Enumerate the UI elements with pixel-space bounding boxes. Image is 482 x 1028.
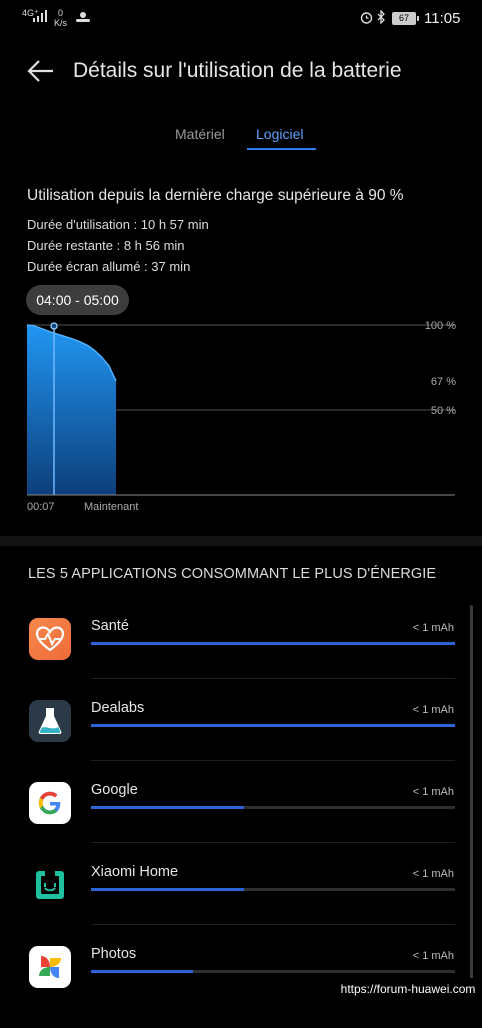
consumption-bar (91, 888, 455, 891)
chart-cursor-dot (51, 323, 57, 329)
back-arrow-icon[interactable] (26, 58, 56, 84)
consumption-bar (91, 970, 455, 973)
x-tick-label-0: 00:07 (27, 501, 55, 513)
app-name: Dealabs (91, 700, 144, 716)
consumption-bar-fill (91, 806, 244, 809)
xiaomi-home-icon (29, 864, 71, 906)
network-speed: 0 K/s (54, 8, 67, 28)
app-name: Santé (91, 618, 129, 634)
tab-materiel[interactable]: Matériel (175, 126, 225, 142)
app-row-dealabs[interactable]: Dealabs < 1 mAh (0, 700, 470, 782)
google-g-icon (29, 782, 71, 824)
battery-level-chart[interactable]: 100 % 67 % 50 % 00:07 Maintenant (0, 310, 482, 525)
app-consumption: < 1 mAh (413, 950, 454, 962)
network-speed-unit: K/s (54, 18, 67, 28)
row-separator (91, 924, 455, 925)
consumption-bar-fill (91, 970, 193, 973)
network-speed-value: 0 (58, 8, 63, 18)
active-tab-indicator (247, 148, 316, 150)
app-row-xiaomi-home[interactable]: Xiaomi Home < 1 mAh (0, 864, 470, 946)
tab-bar: Matériel Logiciel (0, 122, 482, 152)
battery-area (27, 325, 116, 495)
consumption-bar-fill (91, 642, 455, 645)
battery-icon: 67 (392, 12, 416, 25)
section-divider (0, 536, 482, 546)
consumption-bar-fill (91, 888, 244, 891)
tab-logiciel[interactable]: Logiciel (256, 126, 303, 142)
app-name: Photos (91, 946, 136, 962)
consumption-bar-fill (91, 724, 455, 727)
app-row-sante[interactable]: Santé < 1 mAh (0, 618, 470, 700)
usage-duration: Durée d'utilisation : 10 h 57 min (27, 217, 209, 232)
consumption-bar (91, 642, 455, 645)
row-separator (91, 842, 455, 843)
app-consumption: < 1 mAh (413, 868, 454, 880)
screen-on-duration: Durée écran allumé : 37 min (27, 259, 190, 274)
bluetooth-icon (376, 10, 386, 24)
heart-health-icon (29, 618, 71, 660)
row-separator (91, 760, 455, 761)
dealabs-flask-icon (29, 700, 71, 742)
y-tick-label-1: 67 % (431, 376, 456, 388)
alarm-icon (360, 11, 373, 24)
app-consumption: < 1 mAh (413, 786, 454, 798)
status-time: 11:05 (424, 10, 460, 27)
app-name: Google (91, 782, 138, 798)
page-title: Détails sur l'utilisation de la batterie (73, 59, 402, 83)
app-row-google[interactable]: Google < 1 mAh (0, 782, 470, 864)
scrollbar[interactable] (470, 605, 473, 985)
app-bar: Détails sur l'utilisation de la batterie (0, 50, 482, 94)
chart-time-tooltip: 04:00 - 05:00 (26, 285, 129, 315)
app-consumption: < 1 mAh (413, 622, 454, 634)
status-bar: 4G⁺ 0 K/s 67 11:05 (0, 0, 482, 38)
top-apps-header: LES 5 APPLICATIONS CONSOMMANT LE PLUS D'… (28, 566, 436, 582)
remaining-duration: Durée restante : 8 h 56 min (27, 238, 185, 253)
watermark: https://forum-huawei.com (334, 978, 482, 1000)
consumption-bar (91, 806, 455, 809)
google-photos-pinwheel-icon (29, 946, 71, 988)
usage-title: Utilisation depuis la dernière charge su… (27, 187, 404, 205)
consumption-bar (91, 724, 455, 727)
app-name: Xiaomi Home (91, 864, 178, 880)
signal-strength-icon (33, 10, 47, 22)
data-saver-icon (75, 11, 91, 23)
x-tick-label-1: Maintenant (84, 501, 138, 513)
row-separator (91, 678, 455, 679)
y-tick-label-2: 50 % (431, 405, 456, 417)
app-consumption: < 1 mAh (413, 704, 454, 716)
y-tick-label-0: 100 % (425, 320, 456, 332)
